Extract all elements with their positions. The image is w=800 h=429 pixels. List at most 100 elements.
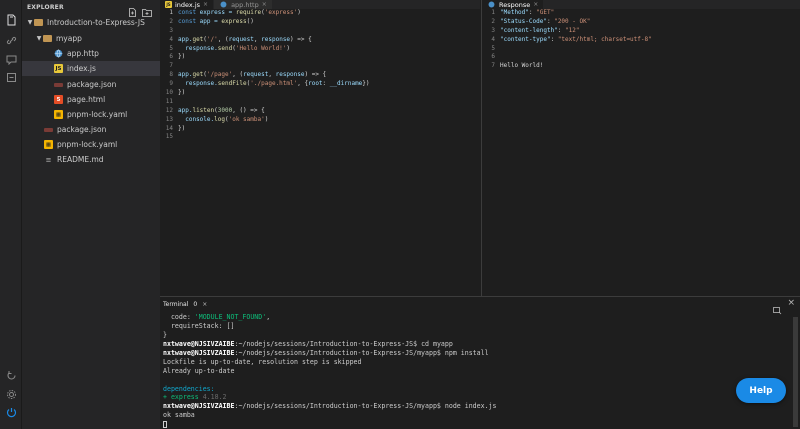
terminal-tab-count: 0 (193, 300, 198, 308)
globe-icon (219, 0, 228, 9)
tree-file-package-json-root[interactable]: package.json (22, 122, 160, 137)
tree-file-package-json[interactable]: package.json (22, 77, 160, 92)
close-icon[interactable]: × (202, 301, 207, 308)
tab-response[interactable]: Response × (482, 0, 545, 9)
terminal-line: code: 'MODULE_NOT_FOUND', (163, 313, 271, 321)
js-file-icon: JS (54, 64, 63, 73)
sync-icon[interactable] (4, 368, 18, 382)
close-icon[interactable]: × (203, 1, 208, 8)
power-icon[interactable] (4, 405, 18, 419)
tree-file-pnpm-lock-root[interactable]: ▦ pnpm-lock.yaml (22, 137, 160, 152)
response-body: Hello World! (500, 62, 544, 70)
tree-item-label: Introduction-to-Express-JS (47, 18, 145, 27)
json-file-icon (44, 127, 53, 132)
response-line: 7 Hello World! (491, 62, 544, 70)
tasks-icon[interactable] (4, 70, 18, 84)
tree-file-readme[interactable]: ≡ README.md (22, 152, 160, 167)
terminal-line: } (163, 330, 167, 339)
code-line: 4 app. get('/', (request, response) => { (169, 35, 312, 43)
tree-folder-myapp[interactable]: ▼ myapp (22, 31, 160, 46)
terminal-output[interactable]: code: 'MODULE_NOT_FOUND', requireStack: … (163, 313, 790, 429)
code-line: 8 app. get('/page', (request, response) =>… (169, 71, 327, 79)
js-file-icon: JS (165, 1, 172, 8)
terminal-line: + express 4.18.2 (163, 393, 227, 402)
terminal-scrollbar[interactable] (793, 317, 798, 427)
response-line: 4 "content-type": "text/html; charset=utf… (491, 35, 652, 43)
editor-tabbar: JS index.js × app.http × (160, 0, 480, 9)
terminal-line: nxtwave@NJSIVZAIBE:~/nodejs/sessions/Int… (163, 402, 497, 411)
markdown-file-icon: ≡ (45, 155, 52, 164)
globe-icon (487, 0, 496, 9)
terminal-line: nxtwave@NJSIVZAIBE:~/nodejs/sessions/Int… (163, 348, 489, 357)
terminal-line: Lockfile is up-to-date, resolution step … (163, 357, 362, 366)
help-button[interactable]: Help (736, 378, 786, 403)
code-line: 9 response. sendFile('./page.html', {root… (169, 80, 370, 88)
response-line: 2 "Status-Code": "200 - OK" (491, 17, 591, 25)
tree-file-pnpm-lock[interactable]: ▦ pnpm-lock.yaml (22, 107, 160, 122)
comment-icon[interactable] (4, 52, 18, 66)
response-line: 6 (491, 53, 495, 61)
tab-label: index.js (175, 0, 201, 9)
json-file-icon (54, 82, 63, 87)
code-line: 11 (165, 97, 173, 105)
tab-label: app.http (231, 0, 259, 9)
code-line: 5 response. send('Hello World!') (169, 44, 291, 52)
terminal-line: dependencies: (163, 384, 215, 393)
tree-item-label: myapp (56, 34, 82, 43)
code-line: 12 app. listen(3000, () => { (165, 106, 265, 114)
response-viewer[interactable]: 1 "Method": "GET" 2 "Status-Code": "200 - … (482, 9, 800, 296)
tree-folder-root[interactable]: ▼ Introduction-to-Express-JS (22, 15, 160, 30)
code-line: 13 console. log('ok samba') (165, 115, 269, 123)
code-line: 10}) (165, 89, 186, 97)
terminal-tab-label[interactable]: Terminal (163, 301, 188, 308)
terminal-line: Already up-to-date (163, 366, 235, 375)
link-icon[interactable] (4, 33, 18, 47)
tab-app-http[interactable]: app.http × (214, 0, 273, 9)
globe-icon (54, 49, 63, 58)
explorer-icon[interactable] (4, 13, 18, 27)
tree-file-app-http[interactable]: app.http (22, 46, 160, 61)
response-line: 5 (491, 44, 495, 52)
yaml-file-icon: ▦ (54, 110, 63, 119)
tab-index-js[interactable]: JS index.js × (160, 0, 215, 9)
chevron-down-icon: ▼ (27, 19, 33, 26)
folder-icon (43, 35, 52, 42)
tree-file-index-js[interactable]: JS index.js (22, 61, 160, 76)
response-tabbar: Response × (482, 0, 800, 9)
tree-item-label: app.http (67, 49, 99, 58)
terminal-tabbar: Terminal 0 × (160, 297, 800, 311)
code-line: 2 const app = express() (169, 17, 254, 25)
tree-item-label: package.json (57, 125, 107, 134)
terminal-line: requireStack: [] (163, 321, 235, 330)
terminal-line: ok samba (163, 411, 195, 420)
folder-icon (34, 19, 43, 26)
activity-bar (0, 0, 22, 429)
code-line: 6}) (169, 53, 186, 61)
tab-label: Response (499, 0, 531, 9)
tree-file-page-html[interactable]: 5 page.html (22, 92, 160, 107)
tree-item-label: page.html (67, 95, 106, 104)
code-line: 14}) (165, 124, 186, 132)
code-line: 3 (169, 26, 173, 34)
explorer-panel: EXPLORER ▼ Introduction-to-Express-JS ▼ … (22, 0, 160, 429)
terminal-cursor (163, 420, 167, 428)
code-line: 15 (165, 133, 173, 141)
code-editor[interactable]: 1 const express = require('express') 2 con… (160, 9, 480, 296)
response-pane: Response × 1 "Method": "GET" 2 "Status-Cod… (481, 0, 800, 296)
yaml-file-icon: ▦ (44, 140, 53, 149)
tree-item-label: README.md (57, 155, 104, 164)
close-panel-icon[interactable]: × (787, 298, 795, 308)
editor-pane: JS index.js × app.http × 1 const express … (160, 0, 480, 296)
terminal-line (163, 420, 790, 429)
code-line: 1 const express = require('express') (169, 9, 301, 16)
close-icon[interactable]: × (262, 1, 267, 8)
code-line: 7 (169, 62, 173, 70)
settings-icon[interactable] (4, 387, 18, 401)
close-icon[interactable]: × (533, 1, 538, 8)
response-line: 3 "content-length": "12" (491, 26, 580, 34)
html-file-icon: 5 (54, 95, 63, 104)
terminal-panel[interactable]: Terminal 0 × × code: 'MODULE_NOT_FOUND',… (160, 296, 800, 429)
tree-item-label: pnpm-lock.yaml (57, 140, 118, 149)
tree-item-label: index.js (67, 64, 96, 73)
